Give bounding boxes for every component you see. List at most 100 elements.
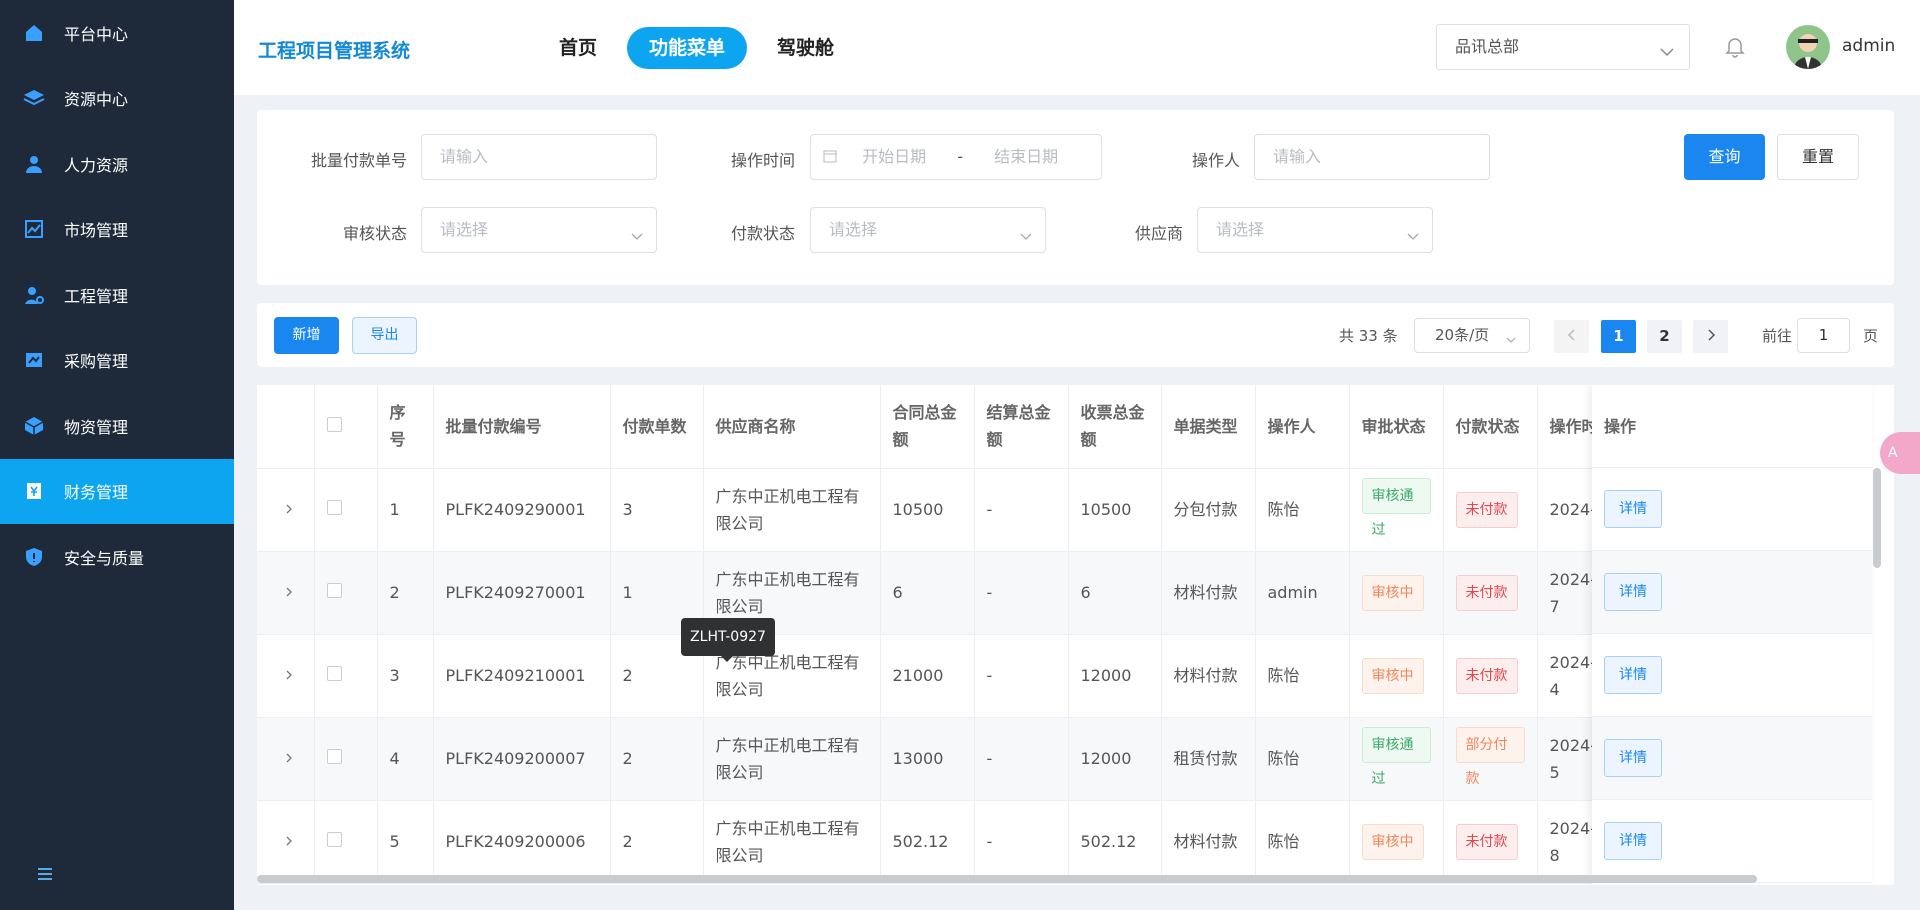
chevron-right-icon[interactable] bbox=[285, 500, 293, 519]
audit-status-badge: 审核中 bbox=[1361, 574, 1424, 611]
detail-button[interactable]: 详情 bbox=[1604, 656, 1662, 694]
seq-cell: 2 bbox=[377, 551, 434, 635]
chart-icon bbox=[22, 217, 46, 241]
table-row[interactable]: 4 PLFK2409200007 2 广东中正机电工程有限公司 13000-12000 租… bbox=[257, 717, 1632, 801]
add-button[interactable]: 新增 bbox=[274, 317, 339, 354]
supplier-select[interactable]: 请选择 bbox=[1197, 207, 1433, 253]
chevron-down-icon bbox=[1019, 217, 1033, 261]
sidebar-item-label: 工程管理 bbox=[64, 286, 129, 306]
sidebar-item-0[interactable]: 平台中心 bbox=[0, 0, 234, 66]
page-2-button[interactable]: 2 bbox=[1647, 320, 1682, 353]
batch-no-input[interactable]: 请输入 bbox=[421, 134, 657, 180]
audit-status-badge: 审核中 bbox=[1361, 657, 1424, 694]
table-row[interactable]: 3 PLFK2409210001 2 广东中正机电工程有限公司 21000-12000 材… bbox=[257, 634, 1632, 718]
audit-status-cell: 审核中 bbox=[1349, 634, 1444, 718]
table-row[interactable]: 1 PLFK2409290001 3 广东中正机电工程有限公司 10500-10500 分… bbox=[257, 468, 1632, 552]
settle-amount-cell: - bbox=[974, 800, 1069, 884]
end-date-placeholder[interactable]: 结束日期 bbox=[994, 147, 1058, 166]
chevron-down-icon bbox=[1505, 325, 1517, 358]
next-page-button[interactable] bbox=[1693, 320, 1728, 353]
detail-button[interactable]: 详情 bbox=[1604, 490, 1662, 528]
page-size-select[interactable]: 20条/页 bbox=[1414, 318, 1530, 353]
expand-cell[interactable] bbox=[257, 551, 315, 635]
detail-button[interactable]: 详情 bbox=[1604, 739, 1662, 777]
translate-float-button[interactable]: A bbox=[1880, 432, 1920, 474]
doc-type-cell: 材料付款 bbox=[1161, 800, 1256, 884]
select-all-checkbox[interactable] bbox=[326, 416, 342, 432]
tooltip: ZLHT-0927 bbox=[681, 618, 775, 662]
sidebar-item-label: 安全与质量 bbox=[64, 548, 145, 568]
prev-page-button[interactable] bbox=[1554, 320, 1589, 353]
operator-cell: 陈怡 bbox=[1255, 717, 1350, 801]
shield-icon bbox=[22, 545, 46, 569]
chevron-right-icon[interactable] bbox=[285, 583, 293, 602]
org-select[interactable]: 品讯总部 bbox=[1436, 24, 1690, 70]
nav-tab-2[interactable]: 驾驶舱 bbox=[755, 27, 856, 69]
user-name[interactable]: admin bbox=[1842, 36, 1895, 56]
row-checkbox[interactable] bbox=[326, 832, 342, 847]
pay-status-badge: 部分付款 bbox=[1455, 726, 1525, 787]
vertical-scrollbar[interactable] bbox=[1873, 468, 1881, 568]
audit-status-label: 审核状态 bbox=[342, 224, 407, 243]
row-checkbox[interactable] bbox=[326, 583, 342, 598]
count-cell: 3 bbox=[610, 468, 704, 552]
batch-no-cell: PLFK2409210001 bbox=[433, 634, 611, 718]
sidebar-item-1[interactable]: 资源中心 bbox=[0, 66, 234, 132]
audit-status-select[interactable]: 请选择 bbox=[421, 207, 657, 253]
contract-amount-cell: 10500 bbox=[880, 468, 975, 552]
pay-status-select[interactable]: 请选择 bbox=[810, 207, 1046, 253]
doc-type-cell: 分包付款 bbox=[1161, 468, 1256, 552]
col-header: 操作 bbox=[1592, 385, 1872, 468]
expand-cell[interactable] bbox=[257, 717, 315, 801]
op-time-range[interactable]: 开始日期 - 结束日期 bbox=[810, 134, 1102, 180]
table-row[interactable]: 5 PLFK2409200006 2 广东中正机电工程有限公司 502.12-502.1… bbox=[257, 800, 1632, 884]
row-checkbox[interactable] bbox=[326, 500, 342, 515]
query-button[interactable]: 查询 bbox=[1684, 134, 1765, 180]
row-checkbox[interactable] bbox=[326, 666, 342, 681]
org-select-value: 品讯总部 bbox=[1455, 37, 1520, 56]
col-header: 单据类型 bbox=[1161, 385, 1256, 469]
sidebar-item-4[interactable]: 工程管理 bbox=[0, 262, 234, 328]
app-title: 工程项目管理系统 bbox=[258, 40, 411, 62]
avatar[interactable] bbox=[1786, 25, 1830, 69]
chevron-right-icon[interactable] bbox=[285, 832, 293, 851]
page-1-button[interactable]: 1 bbox=[1601, 320, 1636, 353]
sidebar-item-5[interactable]: 采购管理 bbox=[0, 328, 234, 394]
chevron-down-icon bbox=[1406, 217, 1420, 261]
bell-icon[interactable] bbox=[1725, 36, 1745, 62]
nav-tab-1[interactable]: 功能菜单 bbox=[627, 27, 748, 69]
chevron-right-icon[interactable] bbox=[285, 749, 293, 768]
invoice-amount-cell: 12000 bbox=[1068, 634, 1162, 718]
nav-tab-0[interactable]: 首页 bbox=[537, 27, 619, 69]
expand-cell[interactable] bbox=[257, 468, 315, 552]
operator-input[interactable]: 请输入 bbox=[1254, 134, 1490, 180]
sidebar-item-7[interactable]: 财务管理 bbox=[0, 458, 234, 524]
detail-button[interactable]: 详情 bbox=[1604, 822, 1662, 860]
col-header: 审批状态 bbox=[1349, 385, 1444, 469]
col-header: 供应商名称 bbox=[703, 385, 881, 469]
sidebar-item-6[interactable]: 物资管理 bbox=[0, 393, 234, 459]
contract-amount-cell: 6 bbox=[880, 551, 975, 635]
reset-button[interactable]: 重置 bbox=[1777, 134, 1859, 180]
goto-page-input[interactable]: 1 bbox=[1797, 318, 1850, 353]
operator-cell: 陈怡 bbox=[1255, 634, 1350, 718]
sidebar-item-8[interactable]: 安全与质量 bbox=[0, 524, 234, 590]
chevron-right-icon[interactable] bbox=[285, 666, 293, 685]
row-checkbox[interactable] bbox=[326, 749, 342, 764]
collapse-menu-icon[interactable] bbox=[38, 866, 54, 880]
invoice-amount-cell: 502.12 bbox=[1068, 800, 1162, 884]
pay-status-badge: 未付款 bbox=[1455, 657, 1518, 694]
detail-button[interactable]: 详情 bbox=[1604, 573, 1662, 611]
sidebar-item-2[interactable]: 人力资源 bbox=[0, 131, 234, 197]
pay-status-badge: 未付款 bbox=[1455, 574, 1518, 611]
batch-no-label: 批量付款单号 bbox=[310, 151, 407, 170]
expand-cell[interactable] bbox=[257, 800, 315, 884]
expand-cell[interactable] bbox=[257, 634, 315, 718]
table-row[interactable]: 2 PLFK2409270001 1 广东中正机电工程有限公司 6-6 材料付款 admin… bbox=[257, 551, 1632, 635]
sidebar-item-3[interactable]: 市场管理 bbox=[0, 197, 234, 263]
start-date-placeholder[interactable]: 开始日期 bbox=[862, 147, 926, 166]
export-button[interactable]: 导出 bbox=[352, 317, 417, 354]
goto-label: 前往 bbox=[1762, 327, 1793, 345]
horizontal-scrollbar[interactable] bbox=[257, 875, 1757, 883]
sidebar-item-label: 资源中心 bbox=[64, 90, 129, 110]
